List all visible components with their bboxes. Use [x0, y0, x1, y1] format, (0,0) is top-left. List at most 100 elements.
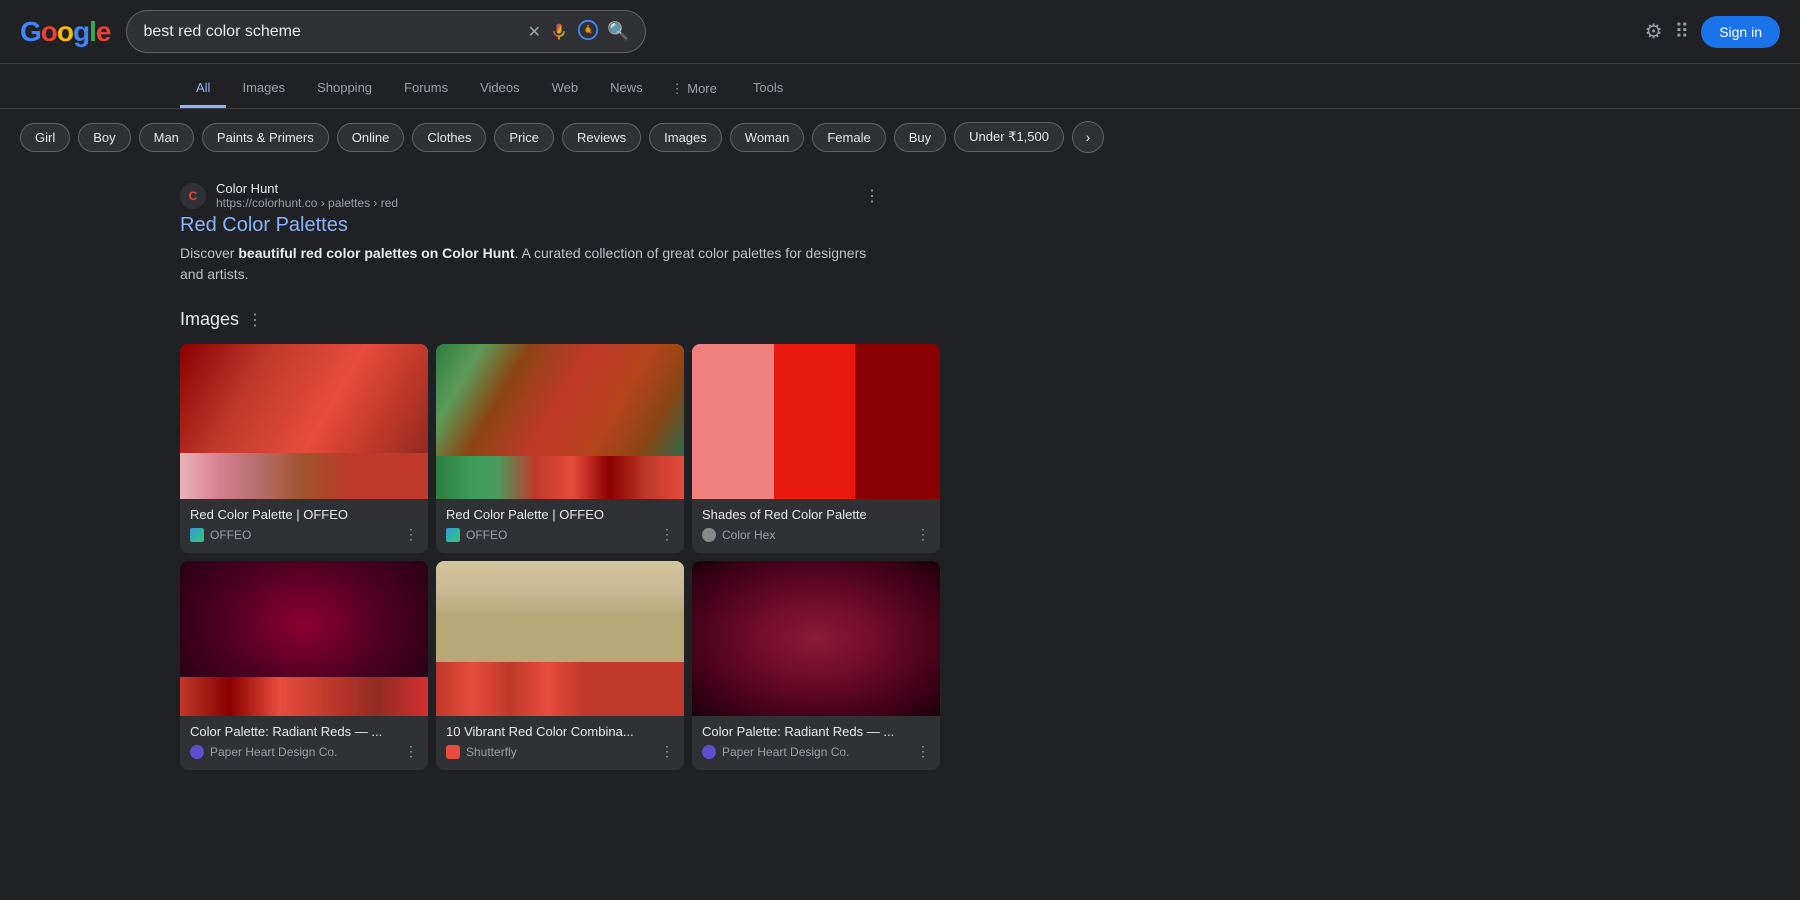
- image-card-2[interactable]: Red Color Palette | OFFEO OFFEO ⋮: [436, 344, 684, 553]
- image-title-1: Red Color Palette | OFFEO: [190, 507, 418, 522]
- image-source-name-6: Paper Heart Design Co.: [722, 745, 849, 759]
- tab-news[interactable]: News: [594, 70, 659, 108]
- image-source-row-6: Paper Heart Design Co. ⋮: [702, 743, 930, 760]
- google-lens-icon[interactable]: [577, 19, 599, 44]
- paper-favicon-2: [702, 745, 716, 759]
- settings-icon[interactable]: ⚙: [1645, 19, 1663, 44]
- image-card-4[interactable]: Color Palette: Radiant Reds — ... Paper …: [180, 561, 428, 770]
- tab-videos[interactable]: Videos: [464, 70, 536, 108]
- offeo-favicon-1: [190, 528, 204, 542]
- image-source-row-1: OFFEO ⋮: [190, 526, 418, 543]
- chip-paints[interactable]: Paints & Primers: [202, 123, 329, 152]
- image-title-6: Color Palette: Radiant Reds — ...: [702, 724, 930, 739]
- chip-boy[interactable]: Boy: [78, 123, 130, 152]
- result-favicon: C: [180, 183, 206, 209]
- image-menu-4[interactable]: ⋮: [404, 743, 418, 760]
- tab-tools[interactable]: Tools: [737, 70, 799, 108]
- images-more-icon[interactable]: ⋮: [247, 310, 263, 330]
- image-thumb-2: [436, 344, 684, 499]
- sign-in-button[interactable]: Sign in: [1701, 16, 1780, 48]
- tab-web[interactable]: Web: [536, 70, 595, 108]
- image-source-name-5: Shutterfly: [466, 745, 517, 759]
- result-source-info: Color Hunt https://colorhunt.co › palett…: [216, 181, 398, 210]
- image-meta-3: Shades of Red Color Palette Color Hex ⋮: [692, 499, 940, 553]
- offeo-favicon-2: [446, 528, 460, 542]
- image-thumb-4: [180, 561, 428, 716]
- image-meta-5: 10 Vibrant Red Color Combina... Shutterf…: [436, 716, 684, 770]
- chips-scroll-right[interactable]: ›: [1072, 121, 1104, 153]
- chip-online[interactable]: Online: [337, 123, 405, 152]
- voice-search-icon[interactable]: [549, 22, 569, 42]
- image-card-1[interactable]: Red Color Palette | OFFEO OFFEO ⋮: [180, 344, 428, 553]
- image-card-5[interactable]: 10 Vibrant Red Color Combina... Shutterf…: [436, 561, 684, 770]
- image-menu-3[interactable]: ⋮: [916, 526, 930, 543]
- chip-man[interactable]: Man: [139, 123, 194, 152]
- image-menu-1[interactable]: ⋮: [404, 526, 418, 543]
- filter-chips: Girl Boy Man Paints & Primers Online Clo…: [0, 109, 1800, 165]
- main-content: C Color Hunt https://colorhunt.co › pale…: [0, 165, 1800, 790]
- image-thumb-3: [692, 344, 940, 499]
- tab-all[interactable]: All: [180, 70, 226, 108]
- result-source-row: C Color Hunt https://colorhunt.co › pale…: [180, 181, 880, 210]
- result-site-name: Color Hunt: [216, 181, 398, 196]
- image-source-name-3: Color Hex: [722, 528, 775, 542]
- image-meta-6: Color Palette: Radiant Reds — ... Paper …: [692, 716, 940, 770]
- search-result: C Color Hunt https://colorhunt.co › pale…: [180, 181, 880, 285]
- result-url: https://colorhunt.co › palettes › red: [216, 196, 398, 210]
- image-meta-4: Color Palette: Radiant Reds — ... Paper …: [180, 716, 428, 770]
- image-source-name-1: OFFEO: [210, 528, 251, 542]
- tab-images[interactable]: Images: [226, 70, 301, 108]
- nav-tabs: All Images Shopping Forums Videos Web Ne…: [0, 64, 1800, 109]
- result-snippet: Discover beautiful red color palettes on…: [180, 243, 880, 285]
- image-source-left-1: OFFEO: [190, 528, 251, 542]
- image-source-left-4: Paper Heart Design Co.: [190, 745, 337, 759]
- image-title-2: Red Color Palette | OFFEO: [446, 507, 674, 522]
- image-meta-1: Red Color Palette | OFFEO OFFEO ⋮: [180, 499, 428, 553]
- image-source-row-3: Color Hex ⋮: [702, 526, 930, 543]
- image-source-name-4: Paper Heart Design Co.: [210, 745, 337, 759]
- chip-reviews[interactable]: Reviews: [562, 123, 641, 152]
- image-source-left-2: OFFEO: [446, 528, 507, 542]
- image-title-3: Shades of Red Color Palette: [702, 507, 930, 522]
- image-thumb-5: [436, 561, 684, 716]
- search-submit-icon[interactable]: 🔍: [607, 21, 629, 42]
- google-logo: Google: [20, 16, 110, 48]
- tab-shopping[interactable]: Shopping: [301, 70, 388, 108]
- image-menu-5[interactable]: ⋮: [660, 743, 674, 760]
- chip-female[interactable]: Female: [812, 123, 885, 152]
- tab-forums[interactable]: Forums: [388, 70, 464, 108]
- chip-price[interactable]: Price: [494, 123, 554, 152]
- clear-button[interactable]: ✕: [528, 22, 541, 42]
- image-meta-2: Red Color Palette | OFFEO OFFEO ⋮: [436, 499, 684, 553]
- result-more-button[interactable]: ⋮: [864, 186, 880, 206]
- image-source-row-2: OFFEO ⋮: [446, 526, 674, 543]
- image-menu-2[interactable]: ⋮: [660, 526, 674, 543]
- colorhex-favicon: [702, 528, 716, 542]
- image-source-left-3: Color Hex: [702, 528, 775, 542]
- chip-clothes[interactable]: Clothes: [412, 123, 486, 152]
- shutterfly-favicon: [446, 745, 460, 759]
- header-right: ⚙ ⠿ Sign in: [1645, 16, 1780, 48]
- header: Google ✕: [0, 0, 1800, 64]
- image-thumb-1: [180, 344, 428, 499]
- chip-girl[interactable]: Girl: [20, 123, 70, 152]
- more-nav-button[interactable]: ⋮ More: [659, 71, 729, 107]
- images-section-title: Images: [180, 309, 239, 330]
- image-title-5: 10 Vibrant Red Color Combina...: [446, 724, 674, 739]
- image-card-3[interactable]: Shades of Red Color Palette Color Hex ⋮: [692, 344, 940, 553]
- image-card-6[interactable]: Color Palette: Radiant Reds — ... Paper …: [692, 561, 940, 770]
- apps-icon[interactable]: ⠿: [1675, 19, 1690, 44]
- image-source-row-4: Paper Heart Design Co. ⋮: [190, 743, 418, 760]
- image-menu-6[interactable]: ⋮: [916, 743, 930, 760]
- chip-images[interactable]: Images: [649, 123, 722, 152]
- image-source-row-5: Shutterfly ⋮: [446, 743, 674, 760]
- chip-woman[interactable]: Woman: [730, 123, 805, 152]
- image-title-4: Color Palette: Radiant Reds — ...: [190, 724, 418, 739]
- chip-buy[interactable]: Buy: [894, 123, 946, 152]
- images-section-header: Images ⋮: [180, 309, 940, 330]
- search-bar: ✕ 🔍: [126, 10, 646, 53]
- search-input[interactable]: [143, 23, 519, 41]
- result-title[interactable]: Red Color Palettes: [180, 214, 880, 237]
- chip-under[interactable]: Under ₹1,500: [954, 122, 1064, 152]
- images-section: Images ⋮ Red Color Palette | OFFEO OFFEO…: [180, 309, 940, 770]
